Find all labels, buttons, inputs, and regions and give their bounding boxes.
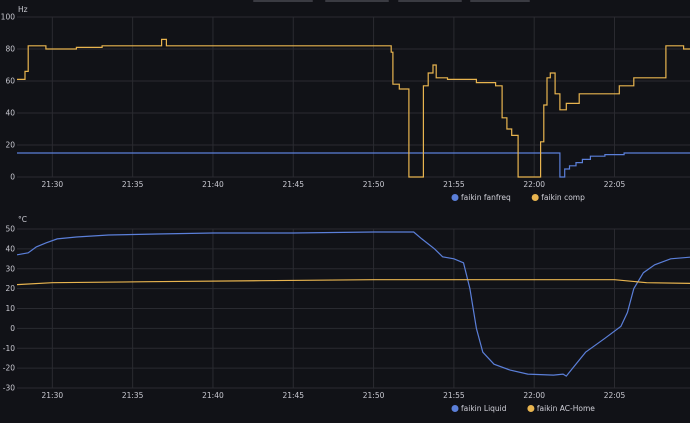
x-tick-label: 22:05	[604, 180, 626, 189]
legend-item-1[interactable]: faikin comp	[531, 193, 585, 202]
legend-item-0[interactable]: faikin Liquid	[451, 404, 507, 413]
legend-label: faikin fanfreq	[461, 193, 511, 202]
legend-swatch	[451, 194, 459, 201]
x-tick-label: 22:05	[604, 391, 626, 400]
freq-chart: Hz 0 20 40 60 80 100 21:30 21:35 21:40 21:45 21:50 2…	[1, 5, 690, 202]
y-tick-label: 60	[5, 77, 15, 86]
y-tick-label: 80	[5, 45, 15, 54]
y-tick-label: -10	[3, 344, 15, 353]
y-tick-label: 0	[10, 324, 15, 333]
x-tick-label: 21:55	[443, 391, 465, 400]
y-tick-label: 20	[5, 141, 15, 150]
legend-label: faikin comp	[541, 193, 585, 202]
legend-swatch	[527, 405, 535, 412]
y-tick-label: 40	[5, 109, 15, 118]
legend-label: faikin AC-Home	[537, 404, 595, 413]
x-tick-label: 21:40	[202, 180, 224, 189]
legend-label: faikin Liquid	[461, 404, 507, 413]
x-tick-label: 21:30	[42, 180, 64, 189]
x-tick-label: 21:50	[363, 391, 385, 400]
y-tick-label: 0	[10, 173, 15, 182]
series-line-1	[17, 38, 690, 178]
series-line-1	[17, 279, 690, 286]
x-tick-label: 21:35	[122, 180, 144, 189]
y-tick-label: 50	[5, 225, 15, 234]
legend-item-0[interactable]: faikin fanfreq	[451, 193, 512, 202]
x-tick-label: 21:40	[202, 391, 224, 400]
series-line-0	[17, 231, 690, 377]
x-tick-label: 21:35	[122, 391, 144, 400]
legend-swatch	[451, 405, 459, 412]
y-tick-label: 10	[5, 304, 15, 313]
y-unit-label: °C	[18, 215, 27, 224]
y-tick-label: -30	[3, 384, 15, 393]
x-tick-label: 21:55	[443, 180, 465, 189]
temp-chart: °C -30 -20 -10 0 10 20 30 40 50 21:30 21:35 21:40 21:…	[3, 215, 690, 413]
dashboard: Hz 0 20 40 60 80 100 21:30 21:35 21:40 21:45 21:50 2…	[0, 0, 690, 423]
y-tick-label: -20	[3, 364, 15, 373]
y-tick-label: 100	[1, 13, 16, 22]
y-unit-label: Hz	[18, 5, 28, 14]
legend-swatch	[531, 194, 539, 201]
series-line-0	[17, 152, 690, 178]
x-tick-label: 21:30	[42, 391, 64, 400]
x-tick-label: 22:00	[523, 391, 545, 400]
y-tick-label: 40	[5, 244, 15, 253]
legend-item-1[interactable]: faikin AC-Home	[527, 404, 595, 413]
y-tick-label: 30	[5, 264, 15, 273]
x-tick-label: 21:45	[282, 180, 304, 189]
x-tick-label: 22:00	[523, 180, 545, 189]
x-tick-label: 21:50	[363, 180, 385, 189]
x-tick-label: 21:45	[282, 391, 304, 400]
y-tick-label: 20	[5, 284, 15, 293]
